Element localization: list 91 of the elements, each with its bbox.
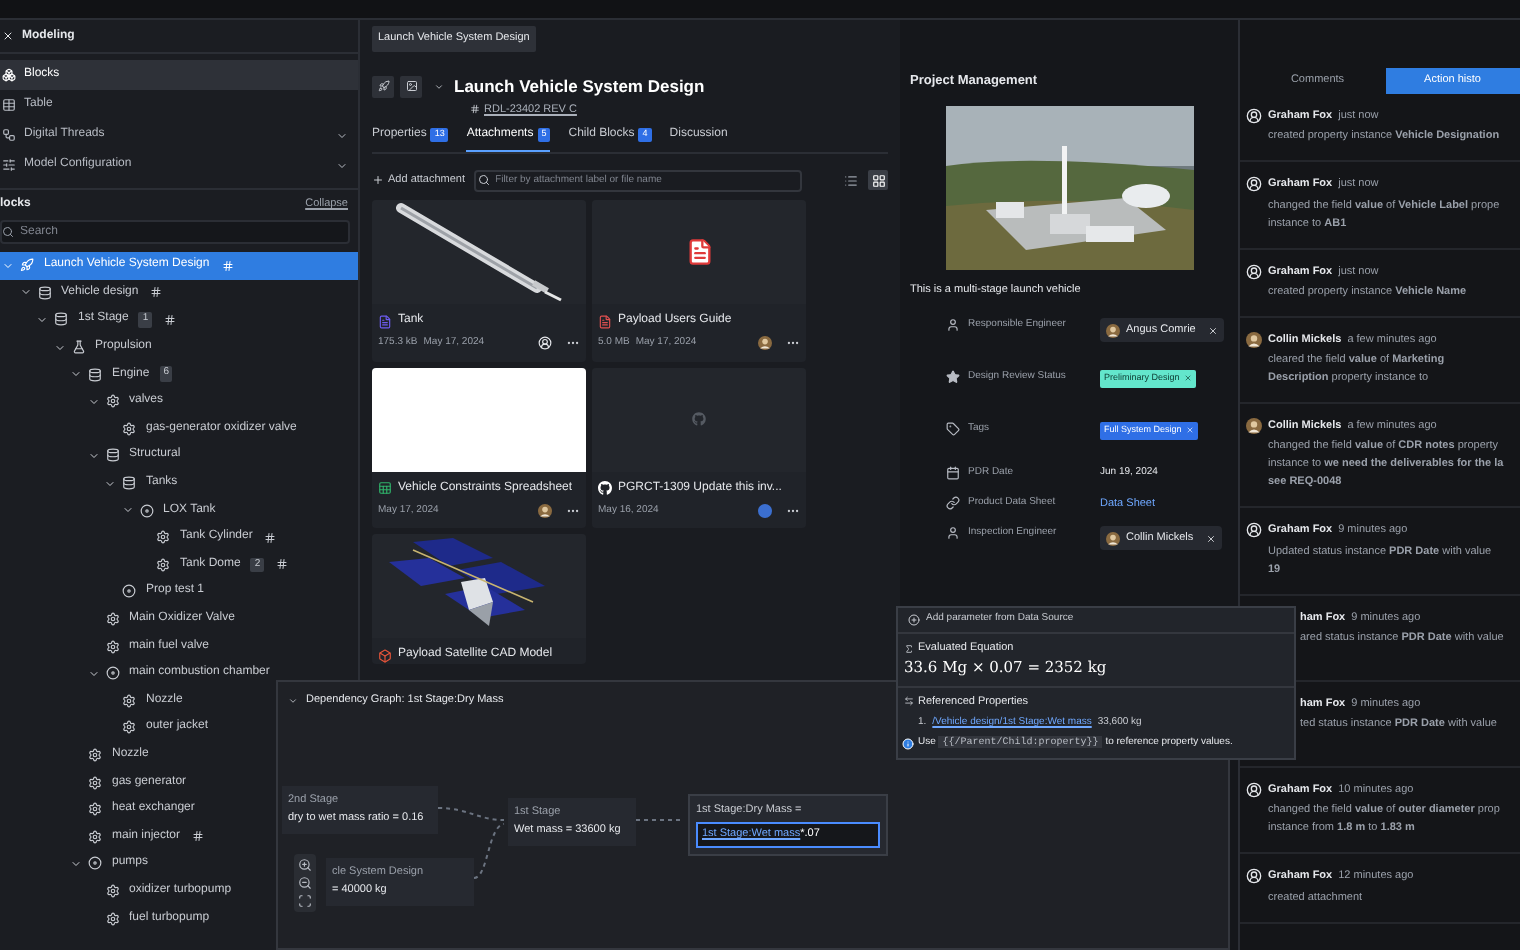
user-avatar — [538, 503, 552, 518]
flask-icon — [71, 340, 85, 355]
user-avatar — [1246, 331, 1262, 348]
disc-icon — [105, 666, 119, 681]
plus-icon — [372, 174, 384, 186]
user-avatar — [1246, 418, 1262, 435]
user-avatar — [758, 503, 772, 518]
disc-icon — [88, 856, 102, 871]
gear-icon — [88, 802, 102, 817]
stack-icon — [54, 312, 68, 327]
gear-icon — [156, 530, 170, 545]
user-avatar-icon — [1246, 263, 1262, 280]
gear-icon — [156, 557, 170, 572]
caret-icon[interactable] — [19, 286, 31, 299]
caret-icon[interactable] — [121, 504, 133, 517]
chevron-icon[interactable] — [336, 129, 348, 141]
gear-icon — [122, 693, 136, 708]
add-icon — [908, 614, 920, 626]
gear-icon — [105, 394, 119, 409]
github-icon — [598, 480, 612, 496]
gear-icon — [105, 612, 119, 627]
pdf-file-icon — [685, 234, 713, 270]
image-button[interactable] — [400, 75, 422, 98]
caret-icon[interactable] — [87, 667, 99, 680]
fit-view-icon[interactable] — [298, 894, 312, 908]
search-icon — [2, 226, 14, 238]
list-icon — [843, 173, 857, 187]
caret-icon[interactable] — [36, 313, 48, 326]
sliders-icon — [2, 158, 16, 172]
stack-icon — [122, 476, 136, 491]
hash-icon — [470, 104, 480, 115]
user-avatar-icon — [1246, 868, 1262, 885]
zoom-out-icon[interactable] — [298, 876, 312, 890]
gear-icon — [105, 639, 119, 654]
user-avatar-icon — [1246, 522, 1262, 539]
link-icon — [946, 496, 960, 511]
gear-icon — [88, 829, 102, 844]
disc-icon — [139, 503, 153, 518]
stack-icon — [37, 285, 51, 300]
cube-icon — [378, 647, 392, 663]
document-icon — [378, 313, 392, 329]
calendar-icon — [946, 466, 960, 481]
caret-icon[interactable] — [70, 368, 82, 381]
rocket-icon — [20, 258, 34, 273]
user-avatar — [1106, 531, 1120, 546]
user-avatar — [758, 336, 772, 351]
block-type-button[interactable] — [372, 75, 394, 98]
gear-icon — [105, 911, 119, 926]
person-icon — [946, 318, 960, 333]
user-avatar-icon — [1246, 782, 1262, 799]
caret-icon[interactable] — [53, 341, 65, 354]
gear-icon — [122, 720, 136, 735]
info-icon — [902, 738, 914, 750]
image-icon — [405, 80, 417, 93]
caret-icon[interactable] — [70, 857, 82, 870]
zoom-in-icon[interactable] — [298, 858, 312, 872]
caret-icon[interactable] — [434, 81, 444, 92]
reference-icon — [904, 696, 914, 707]
gear-icon — [88, 747, 102, 762]
grid-icon — [871, 173, 885, 187]
chevron-icon[interactable] — [336, 159, 348, 171]
spreadsheet-icon — [378, 480, 392, 496]
caret-icon[interactable] — [288, 695, 298, 706]
workflow-icon — [2, 128, 16, 142]
disc-icon — [122, 584, 136, 599]
search-icon — [477, 174, 490, 186]
gear-icon — [105, 883, 119, 898]
caret-icon[interactable] — [87, 395, 99, 408]
user-avatar — [1106, 323, 1120, 338]
caret-icon[interactable] — [104, 477, 116, 490]
person-icon — [946, 526, 960, 541]
function-icon — [904, 643, 914, 654]
stack-icon — [88, 367, 102, 382]
gear-icon — [88, 775, 102, 790]
rocket-icon — [377, 80, 389, 93]
stack-icon — [105, 448, 119, 463]
close-icon[interactable] — [2, 30, 14, 42]
grid-view-button[interactable] — [868, 170, 888, 190]
gear-icon — [122, 421, 136, 436]
blocks-icon — [2, 68, 16, 82]
caret-icon[interactable] — [87, 449, 99, 462]
user-avatar-icon — [538, 336, 552, 351]
user-avatar-icon — [1246, 108, 1262, 125]
block-title: Launch Vehicle System Design — [454, 74, 705, 100]
pdf-file-icon — [598, 313, 612, 329]
table-icon — [2, 98, 16, 112]
github-icon — [692, 412, 706, 426]
dependency-edge — [635, 819, 685, 821]
star-icon — [946, 370, 960, 385]
user-avatar-icon — [1246, 176, 1262, 193]
tag-icon — [946, 422, 960, 437]
